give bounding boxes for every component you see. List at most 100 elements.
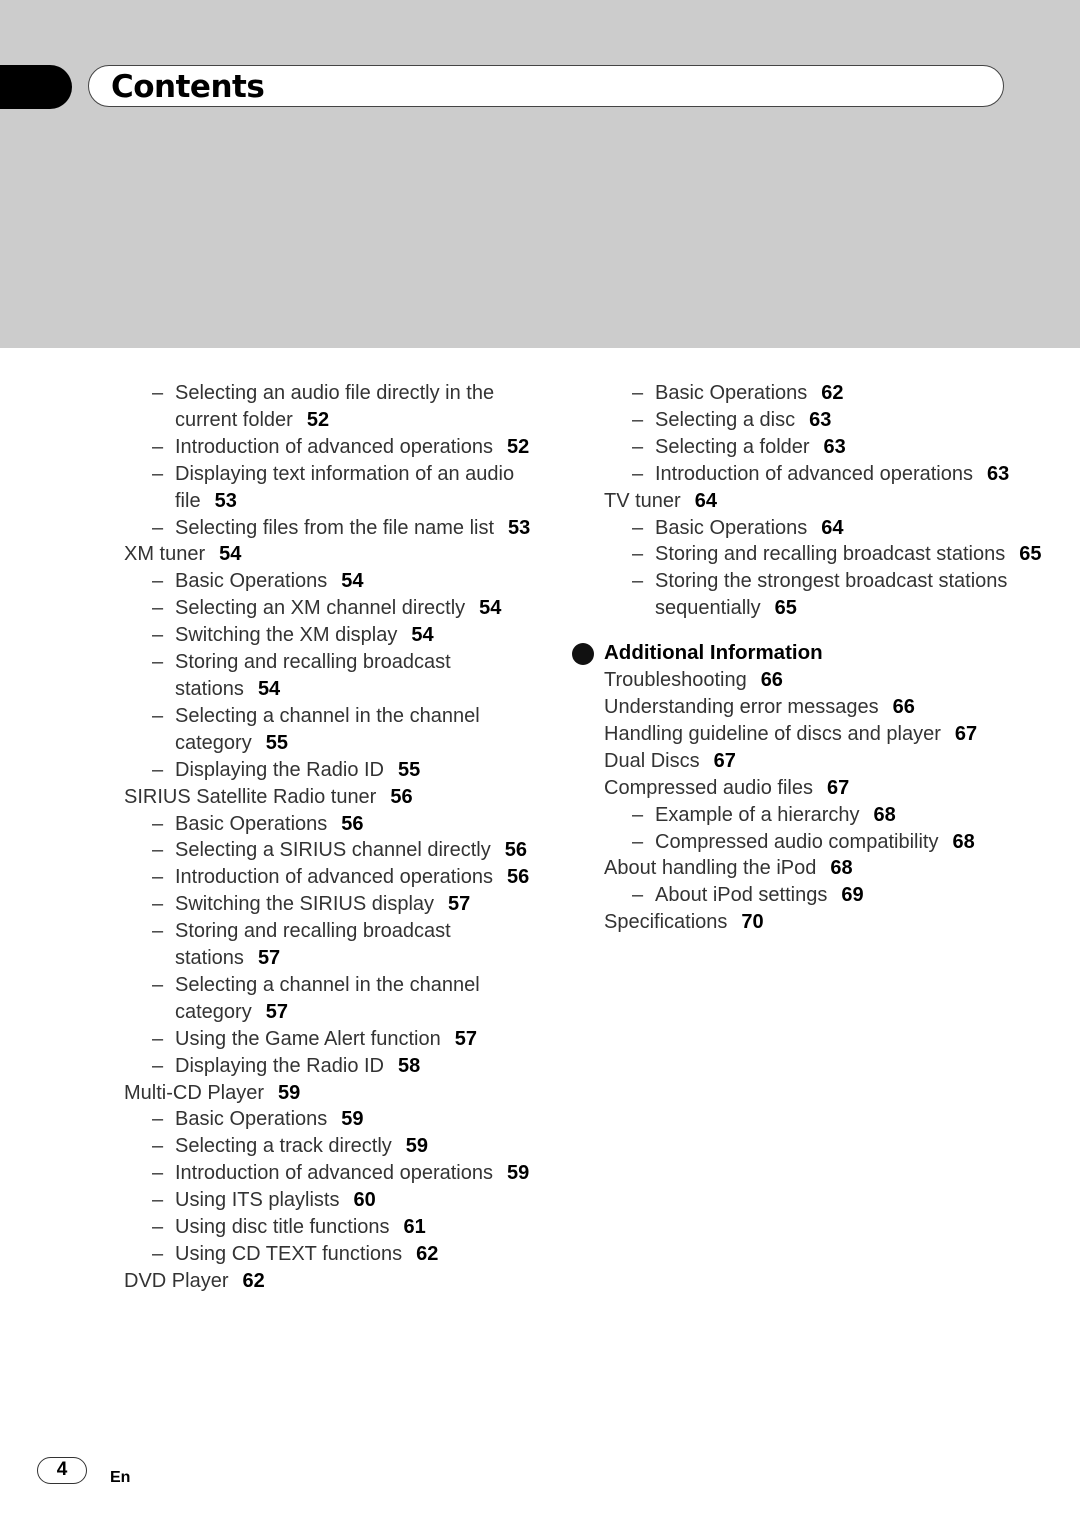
toc-entry-title: Basic Operations — [175, 1108, 328, 1131]
toc-page-number: 57 — [257, 947, 281, 970]
toc-entry[interactable]: About handling the iPod 68 — [604, 855, 1044, 882]
toc-entry[interactable]: – Introduction of advanced operations 56 — [124, 864, 544, 891]
toc-entry[interactable]: – Storing the strongest broadcast station… — [604, 568, 1044, 622]
toc-entry[interactable]: – Selecting an audio file directly in the… — [124, 380, 544, 434]
toc-entry-title: Troubleshooting — [604, 669, 747, 692]
toc-entry[interactable]: – Displaying the Radio ID 55 — [124, 757, 544, 784]
toc-page-number: 66 — [760, 669, 783, 692]
toc-entry[interactable]: Troubleshooting 66 — [604, 667, 1044, 694]
toc-entry-title: Displaying the Radio ID — [175, 1054, 384, 1077]
toc-entry[interactable]: – Selecting a channel in the channel cate… — [124, 703, 544, 757]
toc-entry[interactable]: – Storing and recalling broadcast station… — [124, 649, 544, 703]
toc-entry[interactable]: Dual Discs 67 — [604, 748, 1044, 775]
toc-entry-title: About handling the iPod — [604, 857, 817, 880]
toc-entry[interactable]: – Displaying the Radio ID 58 — [124, 1053, 544, 1080]
dash-marker: – — [632, 803, 644, 826]
toc-page-number: 68 — [873, 803, 896, 826]
toc-entry[interactable]: – About iPod settings 69 — [604, 882, 1044, 909]
dash-marker: – — [152, 893, 164, 916]
toc-page-number: 68 — [830, 857, 853, 880]
toc-entry[interactable]: – Using the Game Alert function 57 — [124, 1026, 544, 1053]
toc-entry[interactable]: – Basic Operations 56 — [124, 811, 544, 838]
dash-marker: – — [152, 516, 164, 539]
toc-entry[interactable]: – Basic Operations 54 — [124, 568, 544, 595]
toc-entry-title: Handling guideline of discs and player — [604, 722, 941, 745]
toc-entry-title: Selecting an audio file directly in the … — [175, 382, 495, 431]
toc-entry[interactable]: – Example of a hierarchy 68 — [604, 802, 1044, 829]
toc-entry[interactable]: – Compressed audio compatibility 68 — [604, 829, 1044, 856]
toc-page-number: 57 — [454, 1027, 477, 1050]
toc-entry[interactable]: – Switching the SIRIUS display 57 — [124, 891, 544, 918]
dash-marker: – — [152, 624, 164, 647]
section-heading: Additional Information — [572, 640, 1044, 667]
dash-marker: – — [152, 1216, 164, 1239]
toc-entry-title: Basic Operations — [655, 516, 808, 539]
toc-entry[interactable]: – Storing and recalling broadcast station… — [604, 541, 1044, 568]
toc-entry-title: Using ITS playlists — [175, 1189, 340, 1212]
toc-entry[interactable]: – Selecting a SIRIUS channel directly 56 — [124, 837, 544, 864]
dash-marker: – — [152, 1162, 164, 1185]
toc-page-number: 66 — [892, 695, 915, 718]
toc-entry-title: Compressed audio files — [604, 776, 813, 799]
toc-page-number: 59 — [405, 1135, 429, 1158]
toc-entry-title: XM tuner — [124, 543, 206, 566]
toc-entry[interactable]: Compressed audio files 67 — [604, 775, 1044, 802]
toc-entry[interactable]: – Basic Operations 64 — [604, 515, 1044, 542]
toc-entry-title: Specifications — [604, 911, 728, 934]
toc-entry-title: Switching the XM display — [175, 624, 398, 647]
dash-marker: – — [152, 597, 164, 620]
dash-marker: – — [632, 408, 644, 431]
toc-page-number: 58 — [398, 1054, 421, 1077]
toc-entry-title: Selecting a SIRIUS channel directly — [175, 839, 491, 862]
toc-entry-title: Storing and recalling broadcast stations — [175, 651, 451, 700]
toc-entry[interactable]: – Introduction of advanced operations 59 — [124, 1160, 544, 1187]
toc-entry[interactable]: – Basic Operations 59 — [124, 1106, 544, 1133]
toc-page-number: 70 — [741, 911, 764, 934]
toc-page-number: 59 — [341, 1108, 364, 1131]
toc-entry[interactable]: DVD Player 62 — [124, 1268, 544, 1295]
toc-entry[interactable]: Specifications 70 — [604, 909, 1044, 936]
toc-page-number: 56 — [341, 812, 364, 835]
toc-page-number: 55 — [398, 758, 421, 781]
toc-entry[interactable]: – Selecting a folder 63 — [604, 434, 1044, 461]
toc-page-number: 54 — [411, 624, 434, 647]
dash-marker: – — [152, 812, 164, 835]
toc-entry[interactable]: – Storing and recalling broadcast station… — [124, 918, 544, 972]
toc-entry[interactable]: TV tuner 64 — [604, 488, 1044, 515]
toc-entry-title: Selecting a disc — [655, 408, 796, 431]
toc-page-number: 68 — [952, 830, 975, 853]
toc-entry[interactable]: XM tuner 54 — [124, 541, 544, 568]
toc-page-number: 53 — [214, 489, 237, 512]
dash-marker: – — [632, 462, 644, 485]
toc-page-number: 67 — [954, 722, 978, 745]
toc-entry[interactable]: – Displaying text information of an audio… — [124, 461, 544, 515]
toc-entry[interactable]: – Basic Operations 62 — [604, 380, 1044, 407]
toc-entry-title: Introduction of advanced operations — [655, 462, 973, 485]
toc-entry[interactable]: – Introduction of advanced operations 52 — [124, 434, 544, 461]
toc-entry[interactable]: – Selecting files from the file name list… — [124, 515, 544, 542]
toc-entry[interactable]: Multi-CD Player 59 — [124, 1080, 544, 1107]
toc-page-number: 52 — [306, 408, 330, 431]
toc-entry[interactable]: – Selecting a disc 63 — [604, 407, 1044, 434]
toc-entry[interactable]: – Selecting a track directly 59 — [124, 1133, 544, 1160]
toc-page-number: 67 — [713, 749, 736, 772]
toc-page-number: 59 — [278, 1081, 301, 1104]
header-tab-marker — [0, 65, 72, 109]
toc-entry-title: Using disc title functions — [175, 1216, 390, 1239]
toc-page-number: 64 — [694, 489, 717, 512]
toc-entry[interactable]: – Introduction of advanced operations 63 — [604, 461, 1044, 488]
dash-marker: – — [152, 1243, 164, 1265]
toc-entry[interactable]: – Using CD TEXT functions 62 — [124, 1241, 544, 1268]
toc-entry[interactable]: Understanding error messages 66 — [604, 694, 1044, 721]
toc-entry[interactable]: Handling guideline of discs and player 67 — [604, 721, 1044, 748]
toc-entry[interactable]: – Using disc title functions 61 — [124, 1214, 544, 1241]
toc-entry-title: Storing the strongest broadcast stations… — [655, 570, 1008, 620]
toc-entry-title: DVD Player — [124, 1269, 229, 1292]
toc-entry[interactable]: – Selecting a channel in the channel cate… — [124, 972, 544, 1026]
toc-page-number: 56 — [504, 839, 527, 862]
toc-entry[interactable]: – Switching the XM display 54 — [124, 622, 544, 649]
toc-entry-title: Selecting a track directly — [175, 1135, 392, 1158]
toc-entry[interactable]: – Using ITS playlists 60 — [124, 1187, 544, 1214]
toc-entry[interactable]: SIRIUS Satellite Radio tuner 56 — [124, 784, 544, 811]
toc-entry[interactable]: – Selecting an XM channel directly 54 — [124, 595, 544, 622]
